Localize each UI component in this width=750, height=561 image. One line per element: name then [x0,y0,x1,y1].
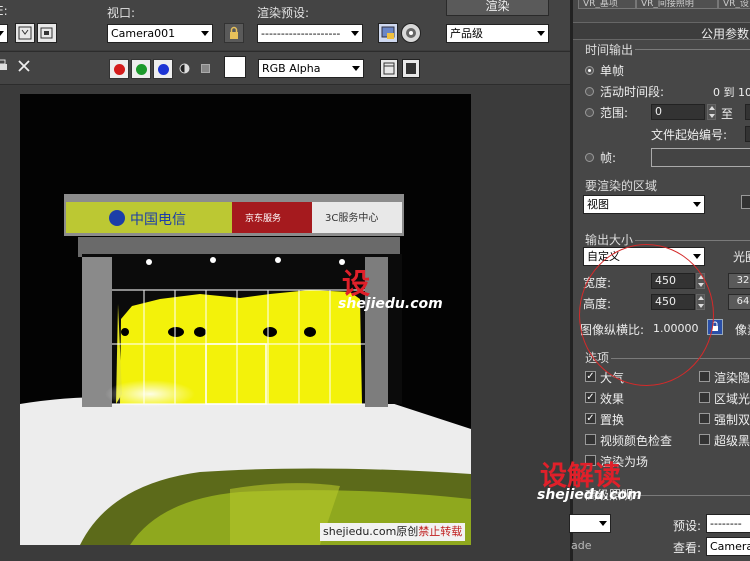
viewport-label: 视口: [107,6,136,20]
sign-telecom: 中国电信 [130,212,186,228]
range-to-label: 至 [721,107,734,121]
rendered-image: 中国电信 京东服务 3C服务中心 [20,94,471,545]
active-range: 0 到 10 [713,86,750,99]
aperture-label: 光圈 [733,250,750,264]
video-check-label: 视频颜色检查 [600,434,673,448]
frames-radio[interactable] [585,153,594,162]
sign-3c: 3C服务中心 [325,211,378,224]
tab-vr-settings[interactable]: VR_设 [718,0,750,9]
render-hidden-checkbox[interactable] [699,371,710,382]
range-from-input[interactable]: 0 [651,104,705,120]
render-level-dropdown[interactable]: 产品级 [446,24,549,43]
bottom-left-label: ade [571,539,592,552]
single-label: 单帧 [600,64,625,78]
environment-icon[interactable] [401,23,421,43]
effects-label: 效果 [600,392,625,406]
preset-dropdown[interactable]: -------------------- [257,24,363,43]
file-start-input[interactable] [745,126,750,142]
render-viewport: 中国电信 京东服务 3C服务中心 [0,86,570,561]
toggle-ui-icon[interactable] [380,59,398,78]
save-image-icon[interactable] [15,23,35,43]
displacement-checkbox[interactable]: ✓ [585,413,596,424]
active-segment-radio[interactable] [585,87,594,96]
annotation-circle [579,244,714,386]
mono-icon[interactable] [201,64,210,73]
bottom-left-dropdown[interactable] [569,514,611,533]
render-setup-icon[interactable] [378,23,398,43]
file-start-label: 文件起始编号: [651,128,728,142]
bottom-view-dropdown[interactable]: Camera0 [706,537,750,556]
lock-icon[interactable] [224,23,244,43]
toggle-overlay-icon[interactable] [402,59,420,78]
watermark-site-right: shejiedu.com [537,487,642,503]
area-toggle-checkbox[interactable] [741,195,750,209]
bottom-watermark: shejiedu.com原创禁止转载 [320,523,466,541]
displacement-label: 置换 [600,413,625,427]
sign-service: 京东服务 [245,212,281,224]
bottom-view-label: 查看: [673,541,702,555]
output-size-title: 输出大小 [583,231,636,248]
render-area-dropdown[interactable]: 视图 [583,195,705,214]
cut-label: E: [0,4,8,18]
print-icon[interactable] [0,59,9,73]
render-frame-window: E: 视口: Camera001 渲染预设: -----------------… [0,0,570,561]
watermark-site: shejiedu.com [338,296,443,312]
render-hidden-label: 渲染隐 [714,371,750,385]
blue-channel-icon[interactable] [153,59,173,79]
range-radio[interactable] [585,108,594,117]
preset-height-button[interactable]: 64 [728,294,750,310]
range-from-spinner[interactable] [707,104,716,120]
tab-vr-base[interactable]: VR_基项 [578,0,636,9]
time-output-title: 时间输出 [583,41,636,58]
rollout-header[interactable]: 公用参数 [573,22,750,41]
frames-input[interactable] [651,148,750,167]
render-button[interactable]: 渲染 [446,0,549,16]
alpha-icon[interactable] [179,63,190,74]
force-2sided-label: 强制双 [714,413,750,427]
render-toolbar-bottom: RGB Alpha [0,51,570,85]
active-segment-label: 活动时间段: [600,85,665,99]
bottom-preset-dropdown[interactable]: -------- [706,514,750,533]
range-to-input[interactable] [745,104,750,120]
atmosphere-checkbox[interactable]: ✓ [585,371,596,382]
preset-width-button[interactable]: 32 [728,273,750,289]
bottom-preset-label: 预设: [673,519,702,533]
preset-label: 渲染预设: [257,6,310,20]
tab-vr-gi[interactable]: VR_间接照明 [636,0,718,9]
rollout-title: 公用参数 [701,27,750,41]
color-swatch[interactable] [224,56,246,78]
pixel-aspect-label: 像素 [735,323,750,337]
render-toolbar-top: E: 视口: Camera001 渲染预设: -----------------… [0,0,570,50]
channel-dropdown[interactable]: RGB Alpha [258,59,364,78]
frames-label: 帧: [600,151,617,165]
range-label: 范围: [600,106,629,120]
green-channel-icon[interactable] [131,59,151,79]
area-lights-checkbox[interactable] [699,392,710,403]
area-lights-label: 区域光 [714,392,750,406]
single-radio[interactable] [585,66,594,75]
clear-icon[interactable] [17,59,31,73]
left-cut-dropdown[interactable] [0,24,8,43]
bottom-watermark-site: shejiedu.com原创 [323,525,419,538]
effects-checkbox[interactable]: ✓ [585,392,596,403]
super-black-checkbox[interactable] [699,434,710,445]
video-check-checkbox[interactable] [585,434,596,445]
render-area-title: 要渲染的区域 [583,177,660,194]
super-black-label: 超级黑 [714,434,750,448]
force-2sided-checkbox[interactable] [699,413,710,424]
bottom-watermark-warn: 禁止转载 [418,525,463,538]
copy-image-icon[interactable] [37,23,57,43]
viewport-dropdown[interactable]: Camera001 [107,24,213,43]
red-channel-icon[interactable] [109,59,129,79]
